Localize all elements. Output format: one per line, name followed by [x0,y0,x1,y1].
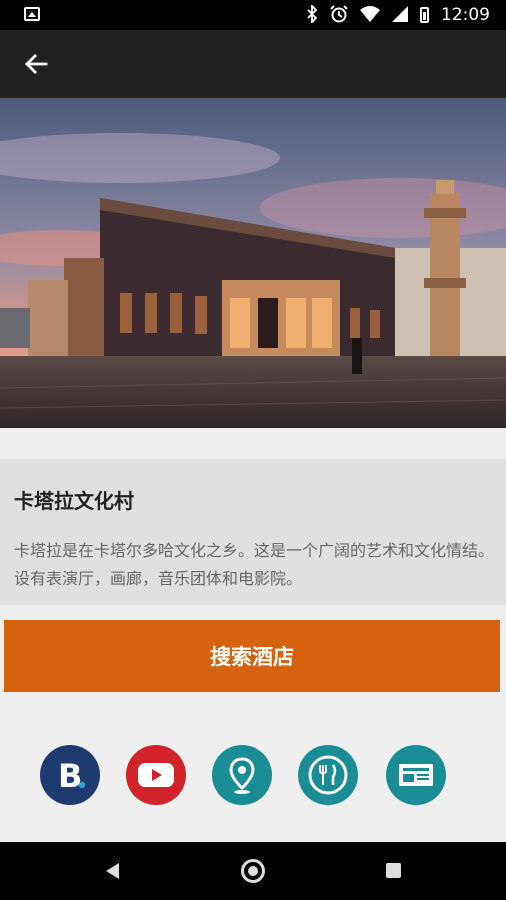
signal-icon [392,5,408,25]
arrow-back-icon[interactable] [22,50,50,78]
status-icons: 12:09 [306,0,490,30]
image-icon [24,7,40,21]
place-info-card: 卡塔拉文化村 卡塔拉是在卡塔尔多哈文化之乡。这是一个广阔的艺术和文化情结。设有表… [0,459,506,605]
alarm-icon [330,4,348,26]
map-pin-icon[interactable] [212,745,272,805]
news-icon[interactable] [386,745,446,805]
quick-actions: B [0,745,506,809]
nav-recent-icon[interactable] [386,863,401,878]
hero-image [0,98,506,428]
place-description: 卡塔拉是在卡塔尔多哈文化之乡。这是一个广阔的艺术和文化情结。设有表演厅，画廊，音… [14,541,495,588]
status-time: 12:09 [441,5,490,25]
place-title: 卡塔拉文化村 [14,489,134,513]
nav-back-icon[interactable] [106,863,119,879]
nav-home-icon[interactable] [241,859,265,883]
restaurant-icon[interactable] [298,745,358,805]
app-bar [0,30,506,98]
svg-text:B: B [58,757,82,795]
search-hotels-button[interactable]: 搜索酒店 [4,620,500,692]
navigation-bar [0,842,506,900]
battery-icon [420,7,429,23]
wifi-icon [360,5,380,25]
booking-icon[interactable]: B [40,745,100,805]
bluetooth-icon [306,3,318,26]
status-bar: 12:09 [0,0,506,30]
youtube-icon[interactable] [126,745,186,805]
